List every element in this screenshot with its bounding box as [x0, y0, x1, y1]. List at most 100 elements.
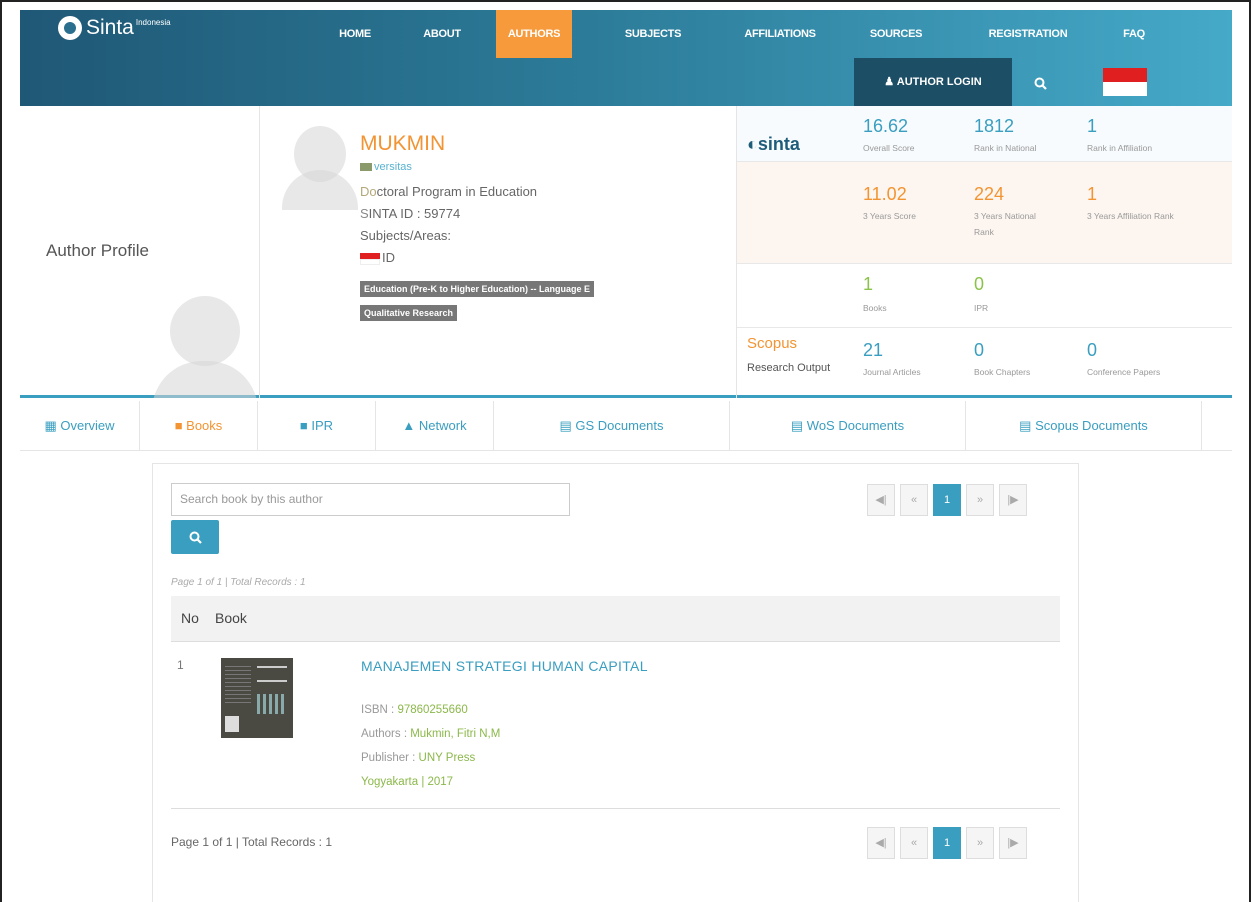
- book-chapters-label: Book Chapters: [974, 367, 1031, 377]
- page-frame: Sinta Indonesia HOME ABOUT AUTHORS SUBJE…: [0, 0, 1251, 902]
- search-book-input[interactable]: Search book by this author: [171, 483, 570, 516]
- nav-sources[interactable]: SOURCES: [866, 10, 926, 58]
- sinta-id-prefix: S: [360, 206, 369, 221]
- author-program: Doctoral Program in Education: [360, 184, 537, 199]
- overall-score-label: Overall Score: [863, 143, 915, 153]
- avatar-silhouette-body: [152, 361, 258, 398]
- current-page-button[interactable]: 1: [933, 827, 961, 859]
- country: ID: [360, 250, 395, 265]
- user-icon: ♟: [884, 76, 897, 88]
- next-page-button[interactable]: »: [966, 827, 994, 859]
- authors-label: Authors :: [361, 728, 411, 740]
- subject-tag[interactable]: Qualitative Research: [360, 305, 458, 321]
- three-year-national-label: 3 Years National Rank: [974, 211, 1036, 237]
- tab-gs-documents[interactable]: ▤ GS Documents: [494, 401, 730, 451]
- tab-ipr[interactable]: ■ IPR: [258, 401, 376, 451]
- author-login-button[interactable]: ♟ AUTHOR LOGIN: [854, 58, 1012, 106]
- tab-network[interactable]: ▲ Network: [376, 401, 494, 451]
- books-count: 1: [863, 274, 874, 294]
- sinta-id-label: INTA ID : 59774: [368, 206, 461, 221]
- tab-scopus-documents[interactable]: ▤ Scopus Documents: [966, 401, 1202, 451]
- avatar-body: [282, 170, 358, 210]
- scopus-logo: Scopus: [747, 335, 798, 352]
- isbn-value: 97860255660: [397, 704, 468, 716]
- tab-overview[interactable]: ▦ Overview: [20, 401, 140, 451]
- page-info-top: Page 1 of 1 | Total Records : 1: [171, 577, 306, 588]
- page-info-bottom: Page 1 of 1 | Total Records : 1: [171, 835, 332, 849]
- author-university[interactable]: versitas: [360, 161, 412, 173]
- three-year-affiliation: 1: [1087, 184, 1098, 204]
- book-publisher: Publisher : UNY Press: [361, 752, 475, 764]
- sinta-circle-icon: ◐: [747, 134, 758, 154]
- ipr-label: IPR: [974, 303, 989, 313]
- book-cover-image[interactable]: [221, 658, 293, 738]
- search-icon: [189, 531, 202, 544]
- document-icon: ▤: [1019, 418, 1036, 433]
- search-icon: [1034, 77, 1047, 90]
- author-profile-title: Author Profile: [46, 241, 149, 260]
- three-year-score-label: 3 Years Score: [863, 211, 916, 221]
- indonesia-flag-icon[interactable]: [1103, 68, 1147, 96]
- university-label: versitas: [374, 161, 412, 173]
- nav-home[interactable]: HOME: [332, 10, 378, 58]
- program-prefix: Do: [360, 184, 377, 199]
- conference-papers-label: Conference Papers: [1087, 367, 1161, 377]
- table-row: 1 MANAJEMEN STRATEGI HUMAN CAPITAL ISBN …: [171, 642, 1060, 809]
- research-output-label: Research Output: [747, 362, 831, 374]
- tab-ipr-label: IPR: [311, 418, 334, 433]
- book-place-year: Yogyakarta | 2017: [361, 776, 454, 788]
- tab-wos-documents[interactable]: ▤ WoS Documents: [730, 401, 966, 451]
- tab-books[interactable]: ■ Books: [140, 401, 258, 451]
- nav-faq[interactable]: FAQ: [1116, 10, 1152, 58]
- sinta-brand-logo: ◐sinta: [747, 134, 800, 155]
- prev-page-button[interactable]: «: [900, 827, 928, 859]
- document-icon: ▤: [790, 418, 807, 433]
- journal-articles-label: Journal Articles: [863, 367, 921, 377]
- author-login-label: AUTHOR LOGIN: [896, 76, 982, 88]
- tab-network-label: Network: [418, 418, 467, 433]
- last-page-button[interactable]: |▶: [999, 484, 1027, 516]
- last-page-button[interactable]: |▶: [999, 827, 1027, 859]
- tab-scopus-documents-label: Scopus Documents: [1035, 418, 1148, 433]
- nav-registration[interactable]: REGISTRATION: [980, 10, 1076, 58]
- nav-about[interactable]: ABOUT: [418, 10, 466, 58]
- search-button[interactable]: [171, 520, 219, 554]
- col-no: No: [181, 610, 199, 626]
- subjects-label: Subjects/Areas:: [360, 228, 452, 243]
- journal-articles-count: 21: [863, 340, 884, 360]
- three-year-affiliation-label: 3 Years Affiliation Rank: [1087, 211, 1174, 221]
- publisher-value: UNY Press: [418, 752, 476, 764]
- conference-papers-count: 0: [1087, 340, 1098, 360]
- author-info-box: MUKMIN versitas Doctoral Program in Educ…: [260, 106, 737, 398]
- nav-subjects[interactable]: SUBJECTS: [620, 10, 686, 58]
- subject-tag[interactable]: Education (Pre-K to Higher Education) --…: [360, 281, 595, 297]
- sitemap-icon: ▲: [402, 418, 419, 433]
- author-name[interactable]: MUKMIN: [360, 132, 445, 156]
- books-panel: Search book by this author ◀| « 1 » |▶ P…: [152, 463, 1079, 902]
- sinta-id: SINTA ID : 59774: [360, 206, 460, 221]
- three-year-national: 224: [974, 184, 1005, 204]
- nav-authors[interactable]: AUTHORS: [496, 10, 572, 58]
- overall-score: 16.62: [863, 116, 909, 136]
- rank-affiliation: 1: [1087, 116, 1098, 136]
- authors-value[interactable]: Mukmin, Fitri N,M: [410, 728, 500, 740]
- bar-chart-icon: ▦: [44, 418, 61, 433]
- isbn-label: ISBN :: [361, 704, 398, 716]
- next-page-button[interactable]: »: [966, 484, 994, 516]
- program-label: ctoral Program in Education: [376, 184, 538, 199]
- table-header: No Book: [171, 596, 1060, 642]
- first-page-button[interactable]: ◀|: [867, 484, 895, 516]
- books-label: Books: [863, 303, 887, 313]
- prev-page-button[interactable]: «: [900, 484, 928, 516]
- rank-affiliation-label: Rank in Affiliation: [1087, 143, 1153, 153]
- nav-affiliations[interactable]: AFFILIATIONS: [734, 10, 826, 58]
- tab-gs-documents-label: GS Documents: [575, 418, 664, 433]
- pagination-top: ◀| « 1 » |▶: [862, 484, 1027, 516]
- document-icon: ▤: [559, 418, 576, 433]
- pagination-bottom: ◀| « 1 » |▶: [862, 827, 1027, 859]
- book-title-link[interactable]: MANAJEMEN STRATEGI HUMAN CAPITAL: [361, 658, 648, 674]
- current-page-button[interactable]: 1: [933, 484, 961, 516]
- header-search-button[interactable]: [1012, 58, 1068, 106]
- ipr-count: 0: [974, 274, 985, 294]
- first-page-button[interactable]: ◀|: [867, 827, 895, 859]
